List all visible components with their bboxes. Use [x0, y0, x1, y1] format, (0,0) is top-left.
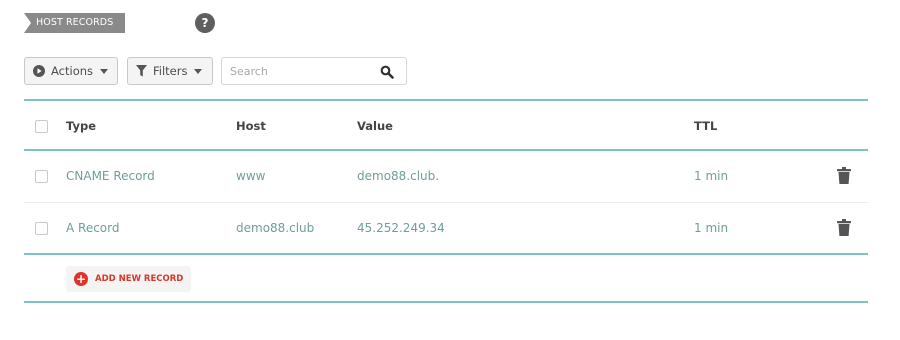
record-host: www	[236, 169, 266, 183]
column-header-value[interactable]: Value	[357, 119, 393, 133]
add-new-record-button[interactable]: + ADD NEW RECORD	[66, 266, 192, 292]
record-ttl: 1 min	[694, 221, 729, 235]
chevron-down-icon	[100, 68, 109, 74]
record-type: CNAME Record	[66, 169, 155, 183]
record-value: 45.252.249.34	[357, 221, 445, 235]
record-type: A Record	[66, 221, 120, 235]
plus-circle-icon: +	[74, 272, 88, 286]
record-value: demo88.club.	[357, 169, 440, 183]
column-header-ttl[interactable]: TTL	[694, 119, 717, 133]
table-header-row: Type Host Value TTL	[24, 101, 868, 151]
column-header-type[interactable]: Type	[66, 119, 96, 133]
search-icon[interactable]	[380, 64, 394, 83]
row-checkbox[interactable]	[35, 169, 48, 183]
select-all-checkbox[interactable]	[35, 119, 48, 133]
trash-icon[interactable]	[837, 219, 851, 240]
add-new-record-label: ADD NEW RECORD	[95, 274, 184, 284]
trash-icon[interactable]	[837, 167, 851, 188]
table-row[interactable]: CNAME Record www demo88.club. 1 min	[24, 151, 868, 201]
row-checkbox[interactable]	[35, 221, 48, 235]
chevron-down-icon	[194, 68, 203, 74]
search-box	[221, 57, 407, 85]
filters-label: Filters	[153, 64, 188, 78]
record-ttl: 1 min	[694, 169, 729, 183]
actions-label: Actions	[51, 64, 94, 78]
column-header-host[interactable]: Host	[236, 119, 266, 133]
search-input[interactable]	[222, 58, 372, 84]
record-host: demo88.club	[236, 221, 315, 235]
footer-rule	[24, 301, 868, 303]
help-icon[interactable]: ?	[195, 13, 215, 33]
filters-dropdown-button[interactable]: Filters	[127, 57, 213, 85]
table-row[interactable]: A Record demo88.club 45.252.249.34 1 min	[24, 203, 868, 253]
table-bottom-rule	[24, 253, 868, 255]
actions-dropdown-button[interactable]: Actions	[24, 57, 118, 85]
section-title: HOST RECORDS	[24, 13, 126, 33]
filter-icon	[136, 65, 147, 77]
play-circle-icon	[33, 65, 45, 77]
